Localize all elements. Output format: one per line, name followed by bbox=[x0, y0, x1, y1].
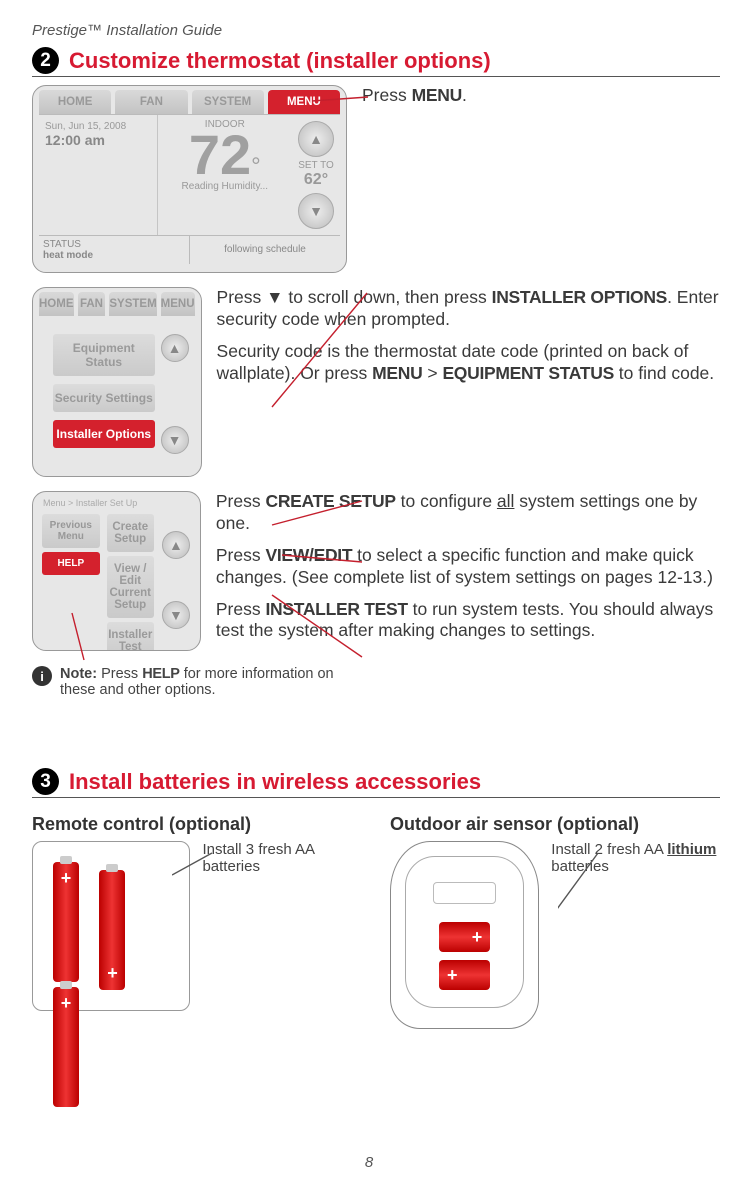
instruction-1: Press MENU. bbox=[362, 85, 467, 107]
instruction-3c: Press INSTALLER TEST to run system tests… bbox=[216, 599, 720, 643]
btn-previous-menu: Previous Menu bbox=[42, 514, 100, 548]
thermostat-screen-1: HOME FAN SYSTEM MENU Sun, Jun 15, 2008 1… bbox=[32, 85, 347, 273]
arrow-down-icon: ▼ bbox=[161, 426, 189, 454]
breadcrumb: Menu > Installer Set Up bbox=[39, 496, 194, 510]
date-text: Sun, Jun 15, 2008 bbox=[45, 121, 151, 132]
tab-system: SYSTEM bbox=[192, 90, 264, 114]
section-3-heading: Install batteries in wireless accessorie… bbox=[69, 769, 481, 795]
menu-installer-options: Installer Options bbox=[53, 420, 155, 448]
setto-value: 62° bbox=[298, 171, 334, 189]
remote-heading: Remote control (optional) bbox=[32, 814, 362, 835]
sensor-callout: Install 2 fresh AA lithium batteries bbox=[551, 841, 720, 875]
degree: ° bbox=[251, 153, 261, 180]
section-2-heading: Customize thermostat (installer options) bbox=[69, 48, 491, 74]
arrow-down-icon: ▼ bbox=[298, 193, 334, 229]
page-number: 8 bbox=[0, 1154, 738, 1171]
remote-illustration: + + + bbox=[32, 841, 190, 1011]
indoor-temp: 72 bbox=[189, 123, 251, 186]
arrow-up-icon: ▲ bbox=[298, 121, 334, 157]
section-3-title: 3 Install batteries in wireless accessor… bbox=[32, 768, 720, 795]
step-2-badge: 2 bbox=[32, 47, 59, 74]
instruction-3a: Press CREATE SETUP to configure all syst… bbox=[216, 491, 720, 535]
thermostat-screen-2: HOME FAN SYSTEM MENU Equipment Status Se… bbox=[32, 287, 202, 477]
note-text: Note: Press HELP for more information on… bbox=[60, 666, 340, 698]
following-text: following schedule bbox=[190, 236, 340, 264]
thermostat-screen-3: Menu > Installer Set Up Previous Menu HE… bbox=[32, 491, 201, 651]
instruction-2b: Security code is the thermostat date cod… bbox=[217, 341, 720, 385]
status-value: heat mode bbox=[43, 250, 93, 261]
running-header: Prestige™ Installation Guide bbox=[32, 22, 720, 39]
tab-fan: FAN bbox=[78, 292, 106, 316]
status-label: STATUS bbox=[43, 239, 185, 250]
menu-equipment-status: Equipment Status bbox=[53, 334, 155, 376]
info-icon: i bbox=[32, 666, 52, 686]
btn-installer-test: Installer Test bbox=[107, 622, 154, 651]
instruction-3b: Press VIEW/EDIT to select a specific fun… bbox=[216, 545, 720, 589]
btn-view-edit: View / Edit Current Setup bbox=[107, 556, 154, 618]
tab-menu: MENU bbox=[268, 90, 340, 114]
sensor-illustration: + + bbox=[390, 841, 539, 1029]
humidity-text: Reading Humidity... bbox=[158, 181, 292, 192]
divider bbox=[32, 76, 720, 77]
instruction-2a: Press ▼ to scroll down, then press INSTA… bbox=[217, 287, 720, 331]
tab-home: HOME bbox=[39, 90, 111, 114]
btn-help: HELP bbox=[42, 552, 100, 575]
step-3-badge: 3 bbox=[32, 768, 59, 795]
sensor-heading: Outdoor air sensor (optional) bbox=[390, 814, 720, 835]
divider bbox=[32, 797, 720, 798]
tab-home: HOME bbox=[39, 292, 74, 316]
arrow-up-icon: ▲ bbox=[161, 334, 189, 362]
setto-label: SET TO bbox=[298, 160, 334, 171]
arrow-down-icon: ▼ bbox=[162, 601, 190, 629]
section-2-title: 2 Customize thermostat (installer option… bbox=[32, 47, 720, 74]
menu-security-settings: Security Settings bbox=[53, 384, 155, 412]
remote-callout: Install 3 fresh AA batteries bbox=[202, 841, 362, 875]
arrow-up-icon: ▲ bbox=[162, 531, 190, 559]
tab-system: SYSTEM bbox=[109, 292, 156, 316]
btn-create-setup: Create Setup bbox=[107, 514, 154, 552]
tab-fan: FAN bbox=[115, 90, 187, 114]
time-text: 12:00 am bbox=[45, 132, 151, 148]
tab-menu: MENU bbox=[161, 292, 195, 316]
